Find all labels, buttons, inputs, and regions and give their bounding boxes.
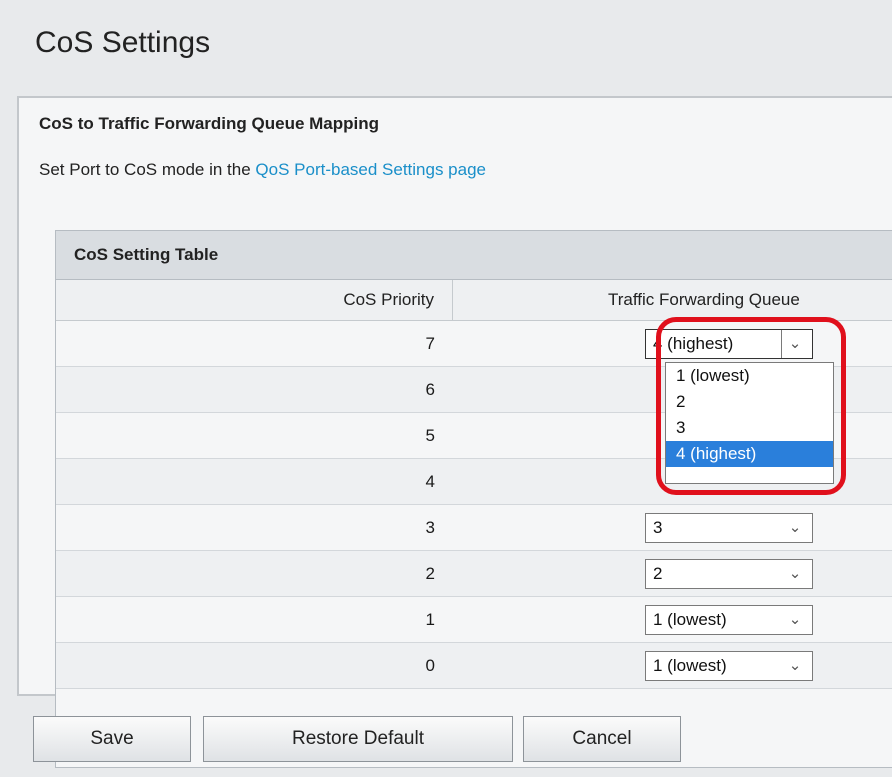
queue-select-value: 1 (lowest) [653, 655, 727, 675]
cos-priority-cell: 7 [425, 333, 435, 353]
queue-select-value: 1 (lowest) [653, 609, 727, 629]
cos-priority-cell: 1 [425, 609, 435, 629]
header-traffic-queue: Traffic Forwarding Queue [608, 290, 800, 309]
cos-priority-cell: 0 [425, 655, 435, 675]
queue-select-value: 3 [653, 517, 663, 537]
header-cos-priority: CoS Priority [56, 280, 453, 320]
queue-select-priority-0[interactable]: 1 (lowest) ⌄ [645, 650, 813, 681]
cos-priority-cell: 5 [425, 425, 435, 445]
cos-priority-cell: 3 [425, 517, 435, 537]
table-header: CoS Priority Traffic Forwarding Queue [56, 280, 892, 321]
port-mode-hint: Set Port to CoS mode in the QoS Port-bas… [39, 160, 486, 180]
table-row: 1 1 (lowest) ⌄ [56, 597, 892, 643]
table-row: 7 4 (highest) ⌄ [56, 321, 892, 367]
queue-select-value: 2 [653, 563, 663, 583]
hint-text: Set Port to CoS mode in the [39, 160, 256, 179]
dropdown-option-1-lowest[interactable]: 1 (lowest) [666, 363, 833, 389]
qos-port-settings-link[interactable]: QoS Port-based Settings page [255, 160, 486, 179]
chevron-down-icon: ⌄ [788, 518, 802, 536]
cos-priority-cell: 6 [425, 379, 435, 399]
dropdown-option-2[interactable]: 2 [666, 389, 833, 415]
cos-setting-table: CoS Setting Table CoS Priority Traffic F… [55, 230, 892, 768]
dropdown-option-4-highest[interactable]: 4 (highest) [666, 441, 833, 467]
queue-dropdown-list: 1 (lowest) 2 3 4 (highest) [665, 362, 834, 484]
page-title: CoS Settings [35, 26, 211, 59]
chevron-down-icon: ⌄ [788, 564, 802, 582]
table-caption: CoS Setting Table [56, 231, 892, 280]
chevron-down-icon: ⌄ [788, 610, 802, 628]
queue-select-priority-1[interactable]: 1 (lowest) ⌄ [645, 604, 813, 635]
cos-priority-cell: 2 [425, 563, 435, 583]
restore-default-button[interactable]: Restore Default [203, 716, 513, 762]
cos-priority-cell: 4 [425, 471, 435, 491]
chevron-down-icon: ⌄ [781, 329, 808, 358]
queue-select-priority-7[interactable]: 4 (highest) ⌄ [645, 328, 813, 359]
queue-select-value: 4 (highest) [653, 333, 734, 353]
chevron-down-icon: ⌄ [788, 656, 802, 674]
queue-select-priority-3[interactable]: 3 ⌄ [645, 512, 813, 543]
table-row: 0 1 (lowest) ⌄ [56, 643, 892, 689]
cancel-button[interactable]: Cancel [523, 716, 681, 762]
table-row: 3 3 ⌄ [56, 505, 892, 551]
save-button[interactable]: Save [33, 716, 191, 762]
dropdown-option-3[interactable]: 3 [666, 415, 833, 441]
queue-select-priority-2[interactable]: 2 ⌄ [645, 558, 813, 589]
table-row: 2 2 ⌄ [56, 551, 892, 597]
section-title: CoS to Traffic Forwarding Queue Mapping [39, 114, 380, 133]
